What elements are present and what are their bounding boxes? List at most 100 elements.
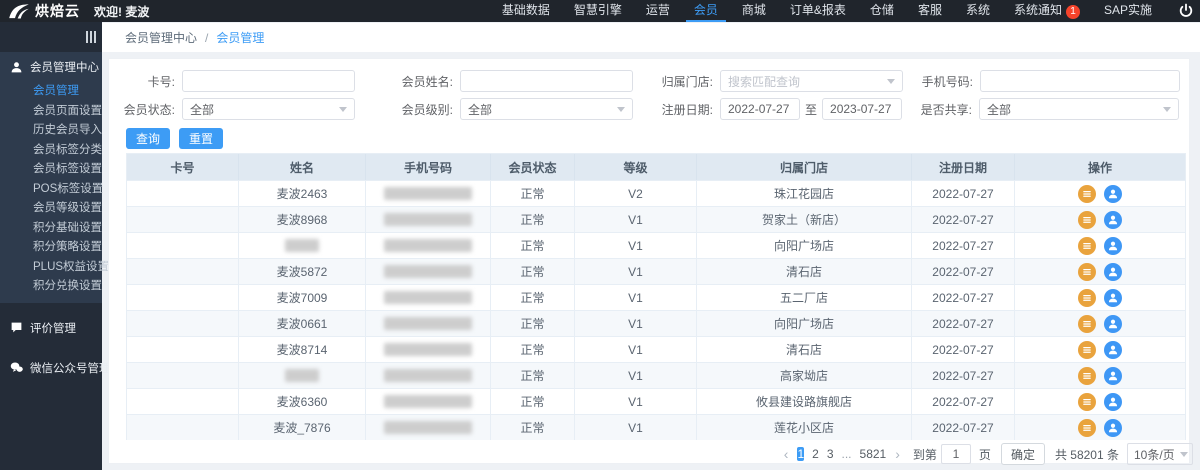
filter-row-2: 会员状态: 全部 会员级别: 全部 注册日期: 至 是否共享: 全部 <box>109 95 1189 123</box>
page-button-2[interactable]: 2 <box>812 447 819 461</box>
detail-icon[interactable] <box>1078 237 1096 255</box>
sidebar-item-pos-tag-setting[interactable]: POS标签设置 <box>0 180 102 200</box>
sidebar-section-title-review-manage[interactable]: 评价管理 <box>0 313 102 343</box>
sidebar-item-plus-benefit-setting[interactable]: PLUS权益设置 <box>0 258 102 278</box>
name-cell: 麦波0661 <box>239 311 366 336</box>
nav-item-label: 订单&报表 <box>790 3 846 17</box>
status-cell: 正常 <box>491 181 575 206</box>
column-header: 卡号 <box>127 154 239 180</box>
sidebar-section-title-member-center[interactable]: 会员管理中心 <box>0 52 102 82</box>
member-edit-icon[interactable] <box>1104 393 1122 411</box>
censored-name <box>285 239 319 252</box>
page-button-5821[interactable]: 5821 <box>860 447 887 461</box>
reg-date-to-input[interactable] <box>822 98 902 120</box>
detail-icon[interactable] <box>1078 211 1096 229</box>
sidebar-item-member-page-setting[interactable]: 会员页面设置 <box>0 102 102 122</box>
card-no-input[interactable] <box>182 70 355 92</box>
table-row: 麦波2463正常V2珠江花园店2022-07-27 <box>127 180 1185 206</box>
detail-icon[interactable] <box>1078 393 1096 411</box>
ops-cell <box>1015 207 1185 232</box>
nav-item-orders-reports[interactable]: 订单&报表 <box>790 0 846 22</box>
sidebar-section-title-wechat-official-manage[interactable]: 微信公众号管理 <box>0 353 102 383</box>
sidebar-item-points-exchange-setting[interactable]: 积分兑换设置 <box>0 277 102 297</box>
shared-select[interactable]: 全部 <box>979 98 1179 120</box>
page-button-1[interactable]: 1 <box>797 447 804 461</box>
level-cell: V1 <box>575 259 697 284</box>
level-cell: V1 <box>575 285 697 310</box>
phone-label: 手机号码: <box>911 73 973 90</box>
sidebar-item-member-level-setting[interactable]: 会员等级设置 <box>0 199 102 219</box>
member-edit-icon[interactable] <box>1104 419 1122 437</box>
member-edit-icon[interactable] <box>1104 289 1122 307</box>
nav-item-operation[interactable]: 运营 <box>646 0 670 22</box>
sidebar-item-points-basic-setting[interactable]: 积分基础设置 <box>0 219 102 239</box>
nav-item-system-notice[interactable]: 系统通知1 <box>1014 0 1080 22</box>
nav-item-warehouse[interactable]: 仓储 <box>870 0 894 22</box>
page-button-3[interactable]: 3 <box>827 447 834 461</box>
card-cell <box>127 285 239 310</box>
breadcrumb-current[interactable]: 会员管理 <box>216 29 264 46</box>
member-edit-icon[interactable] <box>1104 263 1122 281</box>
nav-item-sap-implementation[interactable]: SAP实施 <box>1104 0 1152 22</box>
sidebar-item-member-tag-category[interactable]: 会员标签分类 <box>0 141 102 161</box>
nav-item-system[interactable]: 系统 <box>966 0 990 22</box>
sidebar-collapse-handle[interactable] <box>0 22 102 52</box>
nav-item-customer-service[interactable]: 客服 <box>918 0 942 22</box>
breadcrumb: 会员管理中心 / 会员管理 <box>102 23 1200 52</box>
next-page-icon[interactable]: › <box>895 446 900 462</box>
top-navbar: 烘焙云 欢迎! 麦波 基础数据智慧引擎运营会员商城订单&报表仓储客服系统系统通知… <box>0 0 1200 22</box>
nav-item-basic-data[interactable]: 基础数据 <box>502 0 550 22</box>
phone-input[interactable] <box>980 70 1180 92</box>
member-name-input[interactable] <box>460 70 633 92</box>
level-cell: V1 <box>575 363 697 388</box>
detail-icon[interactable] <box>1078 341 1096 359</box>
prev-page-icon[interactable]: ‹ <box>784 446 789 462</box>
detail-icon[interactable] <box>1078 263 1096 281</box>
chevron-down-icon <box>1163 107 1171 112</box>
name-cell: 麦波_7876 <box>239 415 366 440</box>
member-edit-icon[interactable] <box>1104 367 1122 385</box>
page-size-select[interactable]: 10条/页 <box>1127 443 1193 465</box>
nav-item-label: 客服 <box>918 3 942 17</box>
member-edit-icon[interactable] <box>1104 341 1122 359</box>
name-cell: 麦波2463 <box>239 181 366 206</box>
sidebar-item-points-strategy-setting[interactable]: 积分策略设置 <box>0 238 102 258</box>
reset-button[interactable]: 重置 <box>179 128 223 149</box>
reg-date-from-input[interactable] <box>720 98 800 120</box>
sidebar-item-history-member-import[interactable]: 历史会员导入 <box>0 121 102 141</box>
nav-item-member[interactable]: 会员 <box>694 0 718 22</box>
nav-item-label: 系统 <box>966 3 990 17</box>
phone-cell <box>366 285 491 310</box>
detail-icon[interactable] <box>1078 367 1096 385</box>
phone-cell <box>366 259 491 284</box>
member-edit-icon[interactable] <box>1104 211 1122 229</box>
detail-icon[interactable] <box>1078 289 1096 307</box>
nav-item-smart-engine[interactable]: 智慧引擎 <box>574 0 622 22</box>
sidebar-item-member-manage[interactable]: 会员管理 <box>0 82 102 102</box>
ops-cell <box>1015 181 1185 206</box>
detail-icon[interactable] <box>1078 419 1096 437</box>
search-button[interactable]: 查询 <box>126 128 170 149</box>
power-logout-icon[interactable] <box>1178 3 1194 19</box>
name-cell: 麦波7009 <box>239 285 366 310</box>
member-edit-icon[interactable] <box>1104 185 1122 203</box>
nav-item-mall[interactable]: 商城 <box>742 0 766 22</box>
detail-icon[interactable] <box>1078 185 1096 203</box>
table-row: 正常V1高家坳店2022-07-27 <box>127 362 1185 388</box>
sidebar-item-member-tag-setting[interactable]: 会员标签设置 <box>0 160 102 180</box>
phone-cell <box>366 415 491 440</box>
store-select[interactable]: 搜索匹配查询 <box>720 70 903 92</box>
nav-item-label: 智慧引擎 <box>574 3 622 17</box>
jump-confirm-button[interactable]: 确定 <box>1001 443 1045 465</box>
member-edit-icon[interactable] <box>1104 315 1122 333</box>
phone-cell <box>366 311 491 336</box>
name-cell <box>239 363 366 388</box>
level-select[interactable]: 全部 <box>460 98 633 120</box>
jump-page-input[interactable] <box>941 444 971 464</box>
date-cell: 2022-07-27 <box>912 233 1015 258</box>
ops-cell <box>1015 311 1185 336</box>
member-edit-icon[interactable] <box>1104 237 1122 255</box>
card-cell <box>127 337 239 362</box>
detail-icon[interactable] <box>1078 315 1096 333</box>
status-select[interactable]: 全部 <box>182 98 355 120</box>
